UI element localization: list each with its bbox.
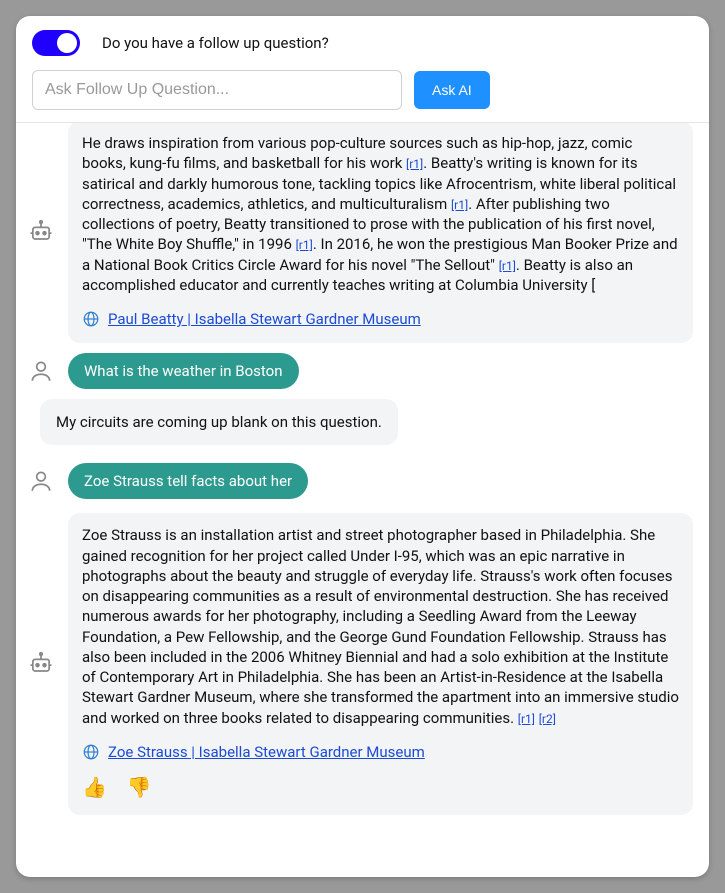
citation-r1[interactable]: [r1] [451,198,468,212]
user-row: Zoe Strauss tell facts about her [26,463,693,499]
user-avatar [26,358,56,384]
bot-avatar [26,650,56,678]
citation-r1[interactable]: [r1] [406,157,423,171]
citation-r2[interactable]: [r2] [539,712,556,726]
citation-r1[interactable]: [r1] [296,238,313,252]
person-icon [28,358,54,384]
bot-message: My circuits are coming up blank on this … [40,399,398,445]
source-link[interactable]: Paul Beatty | Isabella Stewart Gardner M… [108,309,421,329]
citation-r1[interactable]: [r1] [499,259,516,273]
bot-row: Zoe Strauss is an installation artist an… [26,513,693,815]
citation-r1[interactable]: [r1] [518,712,535,726]
feedback-row: 👍 👎 [82,774,679,801]
bot-message: He draws inspiration from various pop-cu… [68,123,693,343]
globe-icon [82,310,100,328]
input-row: Ask AI [32,70,693,110]
globe-icon [82,743,100,761]
chat-scroll[interactable]: He draws inspiration from various pop-cu… [16,123,709,877]
robot-icon [27,218,55,246]
user-row: What is the weather in Boston [26,353,693,389]
bot-row: My circuits are coming up blank on this … [26,389,693,445]
followup-toggle-label: Do you have a follow up question? [102,34,329,52]
followup-input[interactable] [32,70,402,110]
bot-row: He draws inspiration from various pop-cu… [26,123,693,343]
person-icon [28,468,54,494]
thumbs-up-button[interactable]: 👍 [82,774,107,801]
toggle-row: Do you have a follow up question? [32,30,693,56]
thumbs-down-button[interactable]: 👎 [127,774,152,801]
robot-icon [27,650,55,678]
ask-ai-button[interactable]: Ask AI [414,71,490,109]
user-avatar [26,468,56,494]
source-row: Zoe Strauss | Isabella Stewart Gardner M… [82,742,679,762]
header: Do you have a follow up question? Ask AI [16,16,709,123]
user-message: Zoe Strauss tell facts about her [68,463,308,499]
user-message: What is the weather in Boston [68,353,299,389]
source-row: Paul Beatty | Isabella Stewart Gardner M… [82,309,679,329]
app-card: Do you have a follow up question? Ask AI [16,16,709,877]
followup-toggle[interactable] [32,30,80,56]
bot-avatar [26,218,56,246]
text-segment: Zoe Strauss is an installation artist an… [82,526,679,726]
bot-message: Zoe Strauss is an installation artist an… [68,513,693,815]
source-link[interactable]: Zoe Strauss | Isabella Stewart Gardner M… [108,742,425,762]
